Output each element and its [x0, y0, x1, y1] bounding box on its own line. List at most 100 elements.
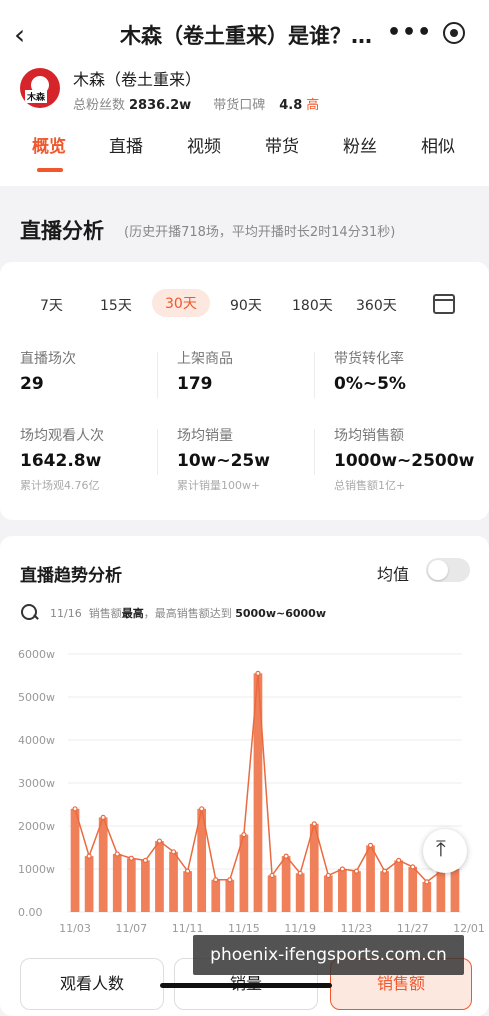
reputation-level: 高 [306, 98, 320, 113]
trend-point [72, 806, 78, 812]
tab-overview[interactable]: 概览 [32, 132, 66, 157]
chart-bar [267, 875, 277, 912]
more-icon[interactable]: ••• [387, 20, 432, 45]
y-tick-label: 5000w [18, 691, 55, 704]
insight-text-2: ，最高销售额达到 [143, 607, 232, 620]
x-tick-label: 11/23 [341, 922, 373, 935]
y-tick-label: 1000w [18, 863, 55, 876]
metric-label: 场均销量 [177, 428, 233, 444]
chart-bar [281, 856, 291, 912]
active-tab-indicator [37, 168, 63, 172]
chart-bar [422, 881, 432, 912]
x-tick-label: 11/11 [172, 922, 204, 935]
trend-point [382, 868, 388, 874]
x-tick-label: 12/01 [453, 922, 485, 935]
x-tick-label: 11/07 [115, 922, 147, 935]
chart-bar [225, 879, 235, 912]
metric-label: 直播场次 [20, 351, 76, 367]
chart-bar [366, 845, 375, 912]
chart-bar [450, 869, 460, 912]
tab-video[interactable]: 视频 [187, 132, 221, 157]
calendar-icon[interactable] [433, 294, 455, 314]
metric-label: 场均销售额 [334, 428, 404, 444]
tab-similar[interactable]: 相似 [421, 132, 455, 157]
trend-point [367, 842, 374, 848]
fans-value: 2836.2w [129, 98, 192, 113]
tab-sales[interactable]: 带货 [265, 132, 299, 157]
divider [314, 352, 315, 398]
reputation-label: 带货口碑 [213, 98, 266, 113]
live-analysis-title: 直播分析 [20, 219, 104, 243]
trend-point [353, 868, 360, 874]
y-tick-label: 4000w [18, 734, 55, 747]
avatar-text: 木森 [25, 90, 48, 103]
metric-label: 场均观看人次 [20, 428, 104, 444]
close-icon[interactable] [443, 22, 465, 44]
x-tick-label: 11/15 [228, 922, 260, 935]
profile-stats: 总粉丝数 2836.2w 带货口碑 4.8 高 [73, 94, 319, 113]
trend-point [156, 838, 163, 844]
chart-bar [408, 866, 418, 912]
trend-point [396, 857, 402, 863]
period-90d[interactable]: 90天 [230, 295, 262, 315]
trend-point [339, 866, 345, 872]
fans-label: 总粉丝数 [73, 98, 126, 113]
chart-bar [436, 871, 446, 912]
insight-icon [21, 604, 37, 620]
scroll-to-top-button[interactable]: ⤒ [423, 829, 467, 873]
profile-tabs: 概览 直播 视频 带货 粉丝 相似 [0, 132, 489, 172]
tab-fans[interactable]: 粉丝 [343, 132, 377, 157]
page-title: 木森（卷土重来）是谁？… [120, 24, 372, 48]
tab-live[interactable]: 直播 [109, 132, 143, 157]
metric-value: 1000w~2500w [334, 451, 475, 471]
home-indicator [160, 983, 332, 988]
period-360d[interactable]: 360天 [356, 295, 397, 315]
trend-point [114, 851, 120, 857]
metric-value: 1642.8w [20, 451, 102, 471]
chart-bar [394, 860, 404, 912]
metric-note: 总销售额1亿+ [334, 479, 406, 492]
divider [157, 352, 158, 398]
trend-point [227, 877, 233, 883]
trend-point [170, 849, 177, 855]
trend-point [255, 670, 261, 676]
y-tick-label: 0.00 [18, 906, 43, 919]
chart-bar [183, 871, 192, 912]
trend-point [424, 879, 430, 885]
trend-point [297, 870, 303, 876]
arrow-up-icon: ⤒ [436, 837, 446, 862]
trend-point [199, 806, 205, 812]
period-180d[interactable]: 180天 [292, 295, 333, 315]
chart-bar [380, 871, 389, 912]
chart-bar [98, 817, 108, 912]
chart-bar [338, 869, 347, 912]
trend-point [100, 814, 106, 820]
insight-value: 5000w~6000w [235, 607, 326, 620]
insight-text: 11/16 销售额最高，最高销售额达到 5000w~6000w [50, 605, 326, 621]
metric-value: 29 [20, 374, 44, 394]
trend-title: 直播趋势分析 [20, 566, 122, 586]
period-15d[interactable]: 15天 [100, 295, 132, 315]
metric-note: 累计场观4.76亿 [20, 479, 100, 492]
y-tick-label: 2000w [18, 820, 55, 833]
y-tick-label: 3000w [18, 777, 55, 790]
x-tick-label: 11/03 [59, 922, 91, 935]
profile-name: 木森（卷土重来） [73, 70, 202, 89]
watermark: phoenix-ifengsports.com.cn [193, 935, 464, 975]
y-tick-label: 6000w [18, 648, 55, 661]
average-toggle[interactable] [426, 558, 470, 582]
bottom-tab-viewers[interactable]: 观看人数 [20, 958, 164, 1010]
period-30d[interactable]: 30天 [152, 289, 210, 317]
insight-bold: 最高 [121, 607, 144, 620]
average-label: 均值 [377, 565, 410, 584]
trend-point [311, 821, 317, 827]
trend-point [283, 853, 289, 859]
trend-point [325, 872, 331, 879]
chart-bar [323, 875, 333, 912]
back-icon[interactable]: ‹ [14, 18, 25, 51]
divider [157, 429, 158, 475]
period-7d[interactable]: 7天 [40, 295, 63, 315]
avatar[interactable]: 木森 [20, 68, 60, 108]
chart-bar [70, 808, 80, 912]
x-tick-label: 11/27 [397, 922, 429, 935]
